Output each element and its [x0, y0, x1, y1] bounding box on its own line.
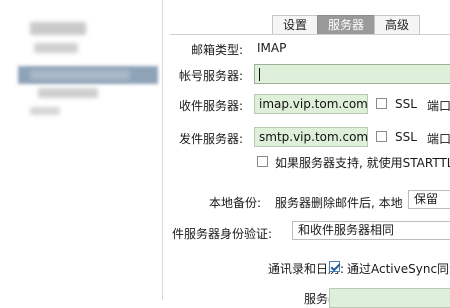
account-server-input[interactable]	[254, 64, 450, 84]
blurred-account-item	[30, 70, 130, 80]
outgoing-server-input[interactable]: smtp.vip.tom.com	[254, 127, 368, 147]
incoming-ssl-label: SSL	[395, 97, 417, 111]
blurred-account-item	[30, 107, 60, 115]
outgoing-ssl-label: SSL	[395, 130, 417, 144]
outgoing-server-label: 发件服务器:	[178, 132, 243, 146]
incoming-server-input[interactable]: imap.vip.tom.com	[254, 94, 368, 114]
outgoing-auth-label: 件服务器身份验证:	[172, 227, 273, 241]
outgoing-auth-select[interactable]: 和收件服务器相同	[292, 221, 450, 240]
local-backup-select[interactable]: 保留	[408, 190, 450, 209]
blurred-account-item	[34, 43, 78, 53]
activesync-label: 通过ActiveSync同步	[347, 262, 450, 276]
starttls-checkbox[interactable]	[257, 156, 268, 167]
blurred-account-item	[38, 88, 98, 98]
tab-advanced[interactable]: 高级	[374, 15, 421, 34]
outgoing-ssl-checkbox[interactable]	[376, 131, 387, 142]
incoming-server-label: 收件服务器:	[178, 99, 243, 113]
starttls-label: 如果服务器支持, 就使用STARTTL	[275, 156, 450, 170]
tab-server[interactable]: 服务器	[317, 15, 376, 34]
blurred-account-name	[30, 22, 86, 35]
account-sidebar	[0, 0, 163, 300]
account-type-value: IMAP	[257, 41, 287, 55]
account-type-label: 邮箱类型:	[190, 43, 243, 57]
local-backup-label: 本地备份:	[208, 196, 261, 210]
incoming-port-label: 端口	[427, 99, 450, 113]
server-input[interactable]	[329, 288, 450, 308]
tab-bar: 设置 服务器 高级	[272, 15, 421, 35]
outgoing-port-label: 端口	[427, 132, 450, 146]
tab-settings[interactable]: 设置	[272, 15, 319, 34]
activesync-checkbox[interactable]	[329, 261, 340, 272]
account-server-label: 帐号服务器:	[178, 69, 243, 83]
incoming-ssl-checkbox[interactable]	[376, 98, 387, 109]
text-caret	[259, 68, 260, 81]
local-backup-text: 服务器删除邮件后, 本地	[275, 196, 403, 210]
